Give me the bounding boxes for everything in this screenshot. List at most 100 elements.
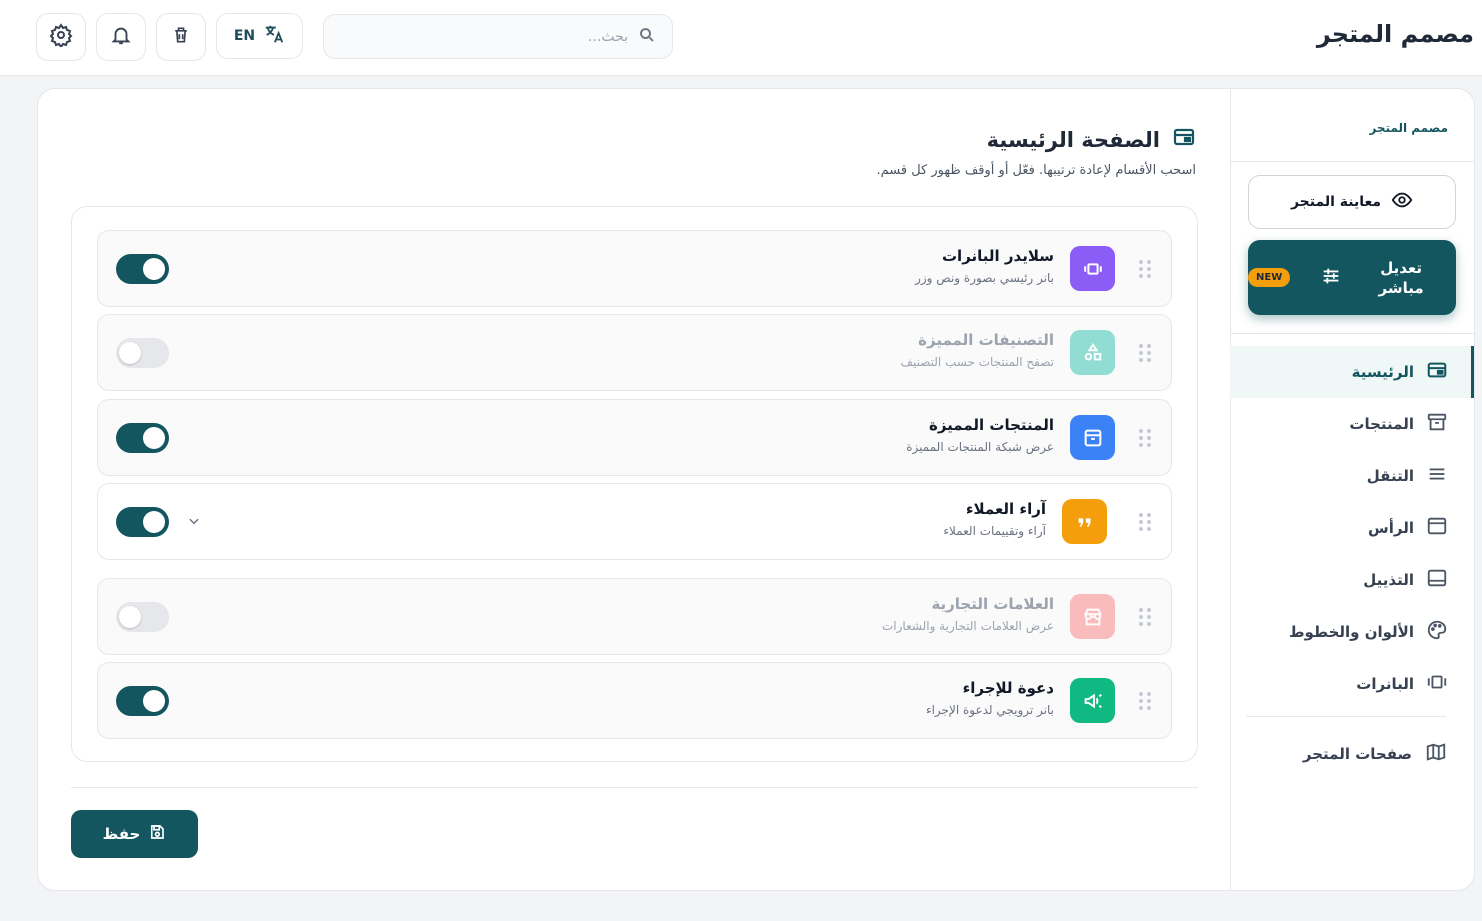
map-icon bbox=[1424, 741, 1448, 767]
footer-icon bbox=[1426, 567, 1448, 593]
page-title: الصفحة الرئيسية bbox=[986, 127, 1160, 152]
sidebar-item-label: الرئيسية bbox=[1351, 363, 1414, 381]
live-edit-button[interactable]: تعديل مباشر NEW bbox=[1248, 240, 1456, 315]
palette-icon bbox=[1426, 619, 1448, 645]
section-toggle[interactable] bbox=[116, 602, 169, 632]
sidebar-item-label: التذييل bbox=[1363, 571, 1414, 589]
sidebar-item-banners[interactable]: البانرات bbox=[1230, 658, 1474, 710]
sidebar-item-colors-fonts[interactable]: الألوان والخطوط bbox=[1230, 606, 1474, 658]
chevron-down-icon[interactable] bbox=[187, 513, 201, 532]
drag-handle-icon[interactable] bbox=[1139, 692, 1151, 710]
drag-handle-icon[interactable] bbox=[1139, 513, 1151, 531]
sidebar-item-header[interactable]: الرأس bbox=[1230, 502, 1474, 554]
divider bbox=[1230, 333, 1474, 334]
preview-store-label: معاينة المتجر bbox=[1290, 194, 1382, 210]
layout-icon bbox=[1172, 125, 1196, 154]
drag-handle-icon[interactable] bbox=[1139, 608, 1151, 626]
box-icon bbox=[1070, 415, 1115, 460]
language-toggle-button[interactable]: EN bbox=[216, 13, 303, 59]
megaphone-icon bbox=[1070, 678, 1115, 723]
section-text: العلامات التجارية عرض العلامات التجارية … bbox=[882, 595, 1054, 633]
sidebar-nav: الرئيسية المنتجات التنقل الرأس التذييل ا… bbox=[1230, 346, 1474, 710]
search-input[interactable] bbox=[368, 28, 628, 45]
section-text: دعوة للإجراء بانر ترويجي لدعوة الإجراء bbox=[926, 679, 1054, 717]
section-text: آراء العملاء آراء وتقييمات العملاء bbox=[943, 500, 1046, 538]
sidebar-item-navigation[interactable]: التنقل bbox=[1230, 450, 1474, 502]
section-description: تصفح المنتجات حسب التصنيف bbox=[900, 355, 1054, 369]
section-row[interactable]: آراء العملاء آراء وتقييمات العملاء bbox=[97, 483, 1172, 560]
section-description: بانر رئيسي بصورة ونص وزر bbox=[915, 271, 1054, 285]
save-icon bbox=[148, 823, 166, 845]
section-row[interactable]: المنتجات المميزة عرض شبكة المنتجات الممي… bbox=[97, 399, 1172, 476]
sidebar-item-label: البانرات bbox=[1356, 675, 1414, 693]
section-text: سلايدر البانرات بانر رئيسي بصورة ونص وزر bbox=[915, 247, 1054, 285]
drag-handle-icon[interactable] bbox=[1139, 429, 1151, 447]
sidebar-item-label: المنتجات bbox=[1349, 415, 1414, 433]
app-title: مصمم المتجر bbox=[1316, 20, 1474, 48]
page-subtitle: اسحب الأقسام لإعادة ترتيبها. فعّل أو أوق… bbox=[876, 163, 1196, 178]
section-title: المنتجات المميزة bbox=[928, 416, 1054, 434]
sidebar-item-label: الرأس bbox=[1368, 519, 1414, 537]
sliders-icon bbox=[1320, 265, 1342, 291]
search-icon bbox=[638, 26, 656, 48]
sidebar-item-label: التنقل bbox=[1366, 467, 1414, 485]
section-description: عرض شبكة المنتجات المميزة bbox=[906, 440, 1054, 454]
quote-icon bbox=[1062, 499, 1107, 544]
section-title: سلايدر البانرات bbox=[941, 247, 1054, 265]
section-row[interactable]: التصنيفات المميزة تصفح المنتجات حسب التص… bbox=[97, 314, 1172, 391]
language-label: EN bbox=[233, 28, 256, 44]
bell-icon bbox=[110, 24, 132, 50]
sidebar-title: مصمم المتجر bbox=[1369, 121, 1448, 135]
store-pages-link[interactable]: صفحات المتجر bbox=[1303, 741, 1448, 767]
section-description: عرض العلامات التجارية والشعارات bbox=[882, 619, 1054, 633]
sidebar-item-label: الألوان والخطوط bbox=[1288, 623, 1414, 641]
save-label: حفظ bbox=[102, 825, 141, 843]
search-box[interactable] bbox=[323, 14, 673, 59]
notifications-button[interactable] bbox=[96, 13, 146, 61]
layout-icon bbox=[1426, 359, 1448, 385]
sidebar-item-products[interactable]: المنتجات bbox=[1230, 398, 1474, 450]
section-toggle[interactable] bbox=[116, 686, 169, 716]
store-icon bbox=[1070, 594, 1115, 639]
sidebar-item-home[interactable]: الرئيسية bbox=[1230, 346, 1474, 398]
settings-button[interactable] bbox=[36, 13, 86, 61]
section-toggle[interactable] bbox=[116, 423, 169, 453]
section-description: آراء وتقييمات العملاء bbox=[943, 524, 1046, 538]
gear-icon bbox=[49, 23, 73, 51]
section-title: دعوة للإجراء bbox=[962, 679, 1054, 697]
trash-icon bbox=[171, 25, 191, 49]
section-toggle[interactable] bbox=[116, 338, 169, 368]
section-row[interactable]: العلامات التجارية عرض العلامات التجارية … bbox=[97, 578, 1172, 655]
store-pages-label: صفحات المتجر bbox=[1302, 745, 1412, 763]
divider bbox=[1246, 716, 1446, 717]
section-title: العلامات التجارية bbox=[931, 595, 1054, 613]
delete-button[interactable] bbox=[156, 13, 206, 61]
sidebar-item-footer[interactable]: التذييل bbox=[1230, 554, 1474, 606]
section-toggle[interactable] bbox=[116, 254, 169, 284]
preview-store-button[interactable]: معاينة المتجر bbox=[1248, 175, 1456, 229]
sections-list: سلايدر البانرات بانر رئيسي بصورة ونص وزر… bbox=[71, 206, 1198, 762]
new-badge: NEW bbox=[1248, 268, 1291, 287]
archive-icon bbox=[1426, 411, 1448, 437]
sidebar: مصمم المتجر معاينة المتجر تعديل مباشر NE… bbox=[1230, 89, 1474, 890]
drag-handle-icon[interactable] bbox=[1139, 260, 1151, 278]
divider bbox=[1230, 161, 1474, 162]
drag-handle-icon[interactable] bbox=[1139, 344, 1151, 362]
section-row[interactable]: دعوة للإجراء بانر ترويجي لدعوة الإجراء bbox=[97, 662, 1172, 739]
eye-icon bbox=[1391, 189, 1413, 215]
live-edit-label: تعديل مباشر bbox=[1378, 258, 1424, 297]
slider-icon bbox=[1070, 246, 1115, 291]
section-row[interactable]: سلايدر البانرات بانر رئيسي بصورة ونص وزر bbox=[97, 230, 1172, 307]
header-icon bbox=[1426, 515, 1448, 541]
shapes-icon bbox=[1070, 330, 1115, 375]
banners-icon bbox=[1426, 671, 1448, 697]
section-text: المنتجات المميزة عرض شبكة المنتجات الممي… bbox=[906, 416, 1054, 454]
section-title: التصنيفات المميزة bbox=[918, 331, 1054, 349]
top-header: مصمم المتجر EN bbox=[0, 0, 1482, 76]
section-title: آراء العملاء bbox=[965, 500, 1046, 518]
section-text: التصنيفات المميزة تصفح المنتجات حسب التص… bbox=[901, 331, 1054, 369]
page-heading: الصفحة الرئيسية bbox=[987, 125, 1196, 154]
main-panel: مصمم المتجر معاينة المتجر تعديل مباشر NE… bbox=[37, 88, 1475, 891]
section-toggle[interactable] bbox=[116, 507, 169, 537]
save-button[interactable]: حفظ bbox=[71, 810, 198, 858]
